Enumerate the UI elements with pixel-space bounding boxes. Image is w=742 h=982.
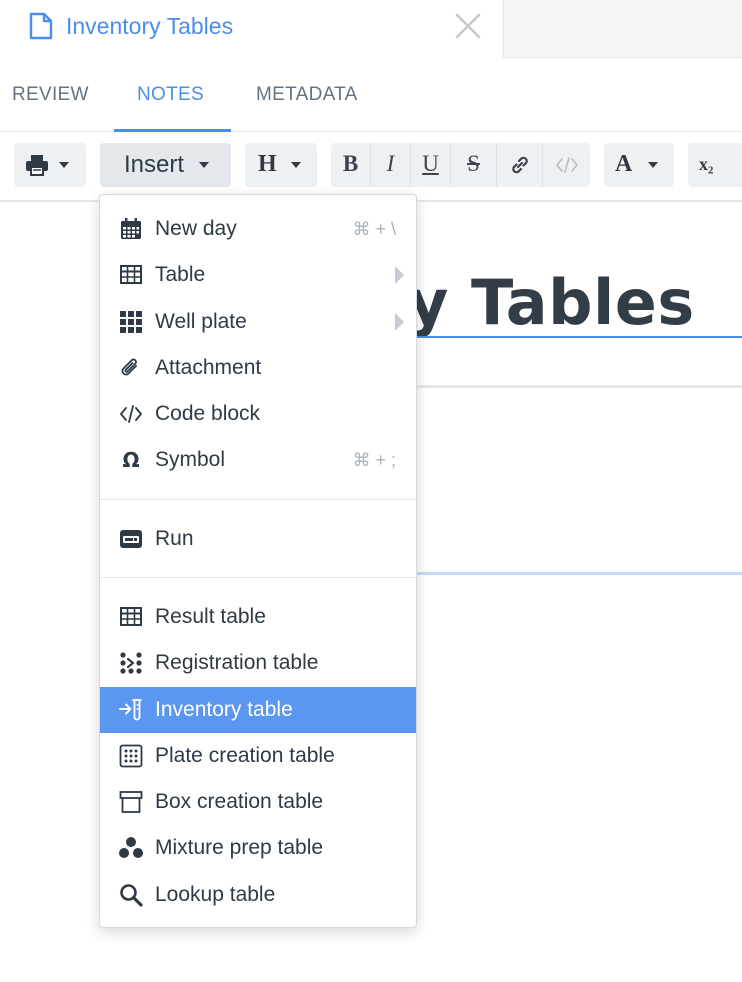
menu-divider (100, 499, 416, 500)
selection-line (408, 572, 742, 575)
menu-item-label: Attachment (155, 356, 262, 379)
menu-item-attachment[interactable]: Attachment (100, 345, 416, 391)
menu-item-label: Mixture prep table (155, 836, 324, 859)
omega-icon: Ω (122, 448, 139, 472)
menu-item-table[interactable]: Table (100, 252, 416, 298)
caret-down-icon (199, 162, 209, 168)
strikethrough-label: S (467, 151, 480, 176)
bold-button[interactable]: B (331, 143, 371, 187)
tab-review[interactable]: REVIEW (12, 84, 89, 106)
menu-item-run[interactable]: Run (100, 516, 416, 562)
chevron-right-icon (395, 266, 404, 284)
calendar-icon (121, 218, 141, 239)
tab-title: Inventory Tables (66, 13, 234, 39)
heading-label: H (258, 151, 277, 177)
tab-metadata[interactable]: METADATA (256, 84, 358, 106)
subscript-label: x₂ (699, 154, 714, 174)
strikethrough-button[interactable]: S (451, 143, 497, 187)
menu-item-shortcut: ⌘ + ; (352, 450, 396, 470)
font-color-button[interactable]: A (604, 143, 674, 187)
paperclip-icon (121, 358, 137, 376)
link-icon (512, 156, 528, 174)
document-tab[interactable]: Inventory Tables (0, 0, 504, 58)
document-heading[interactable]: y Tables (408, 266, 695, 339)
menu-item-label: Lookup table (155, 883, 276, 906)
font-color-label: A (615, 151, 633, 177)
menu-item-label: Code block (155, 402, 261, 425)
registration-icon (120, 652, 142, 674)
menu-divider (100, 577, 416, 578)
result-table-icon (120, 607, 142, 626)
editor-toolbar: Insert H B I U S A x₂ (0, 132, 742, 202)
notebook-page: Inventory Tables REVIEW NOTES METADATA I… (0, 0, 742, 982)
italic-button[interactable]: I (371, 143, 411, 187)
menu-item-result-table[interactable]: Result table (100, 594, 416, 640)
menu-item-code-block[interactable]: Code block (100, 391, 416, 437)
menu-item-label: Plate creation table (155, 744, 335, 767)
menu-item-well-plate[interactable]: Well plate (100, 299, 416, 345)
menu-item-label: Inventory table (155, 698, 293, 721)
tab-notes[interactable]: NOTES (137, 84, 204, 106)
magnifier-icon (120, 884, 143, 907)
box-icon (119, 791, 143, 813)
menu-item-label: New day (155, 217, 237, 240)
heading-button[interactable]: H (245, 143, 317, 187)
menu-item-new-day[interactable]: New day ⌘ + \ (100, 206, 416, 252)
italic-label: I (386, 151, 395, 176)
inline-code-button[interactable] (543, 143, 590, 187)
menu-item-mixture-prep-table[interactable]: Mixture prep table (100, 825, 416, 871)
grid-dots-icon (120, 311, 142, 333)
menu-item-label: Box creation table (155, 790, 324, 813)
insert-menu: New day ⌘ + \ Table Well plate Attachmen… (99, 194, 417, 928)
caret-down-icon (59, 162, 69, 168)
menu-item-box-creation-table[interactable]: Box creation table (100, 779, 416, 825)
link-button[interactable] (497, 143, 543, 187)
caret-down-icon (291, 162, 301, 168)
menu-item-inventory-table[interactable]: Inventory table (100, 687, 416, 733)
menu-item-registration-table[interactable]: Registration table (100, 640, 416, 686)
format-group: B I U S (331, 143, 590, 187)
file-icon (29, 12, 53, 40)
insert-label: Insert (124, 151, 185, 178)
mixture-icon (119, 837, 143, 858)
section-divider (408, 385, 742, 388)
code-icon (120, 405, 142, 423)
run-icon (120, 530, 142, 548)
heading-underline (408, 336, 742, 338)
underline-button[interactable]: U (411, 143, 451, 187)
print-button[interactable] (14, 143, 86, 187)
menu-item-label: Table (155, 263, 206, 286)
tab-strip: Inventory Tables (0, 0, 742, 58)
menu-item-label: Result table (155, 605, 266, 628)
menu-item-symbol[interactable]: Ω Symbol ⌘ + ; (100, 437, 416, 483)
menu-item-label: Run (155, 527, 194, 550)
menu-item-label: Symbol (155, 448, 226, 471)
sub-tab-bar: REVIEW NOTES METADATA (0, 58, 742, 132)
chevron-right-icon (395, 313, 404, 331)
menu-item-label: Well plate (155, 310, 247, 333)
code-icon (556, 157, 578, 173)
printer-icon (26, 155, 48, 176)
underline-label: U (422, 151, 439, 176)
menu-item-lookup-table[interactable]: Lookup table (100, 872, 416, 918)
plate-icon (119, 744, 143, 768)
menu-item-plate-creation-table[interactable]: Plate creation table (100, 733, 416, 779)
inventory-icon (119, 699, 142, 721)
table-icon (120, 265, 142, 284)
menu-item-label: Registration table (155, 651, 319, 674)
svg-text:Ω: Ω (122, 448, 139, 472)
caret-down-icon (648, 162, 658, 168)
insert-button[interactable]: Insert (100, 143, 231, 187)
subscript-button[interactable]: x₂ (688, 143, 742, 187)
close-icon[interactable] (452, 10, 484, 42)
bold-label: B (342, 151, 359, 176)
menu-item-shortcut: ⌘ + \ (352, 219, 396, 239)
